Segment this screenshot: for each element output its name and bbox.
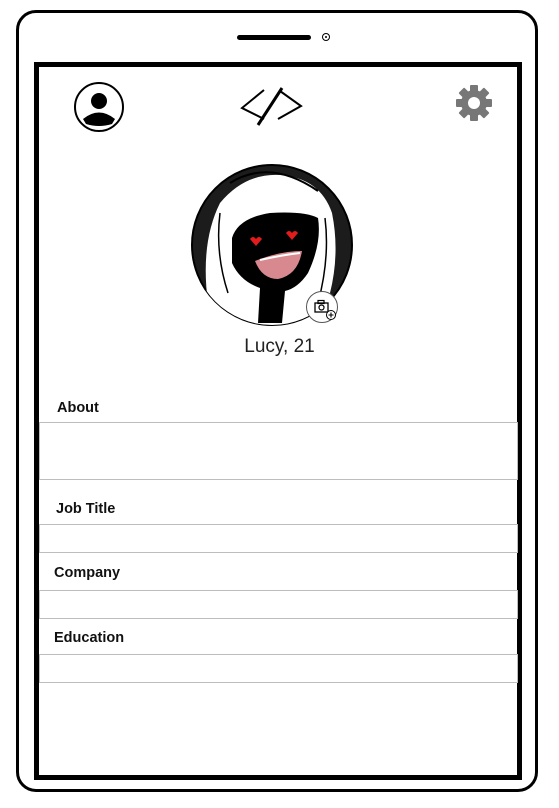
divider (39, 552, 518, 553)
company-label: Company (54, 565, 121, 581)
divider (39, 682, 518, 683)
about-label: About (57, 400, 99, 416)
education-field[interactable] (41, 656, 515, 681)
divider (517, 590, 518, 618)
phone-speaker (237, 35, 311, 40)
add-photo-button[interactable] (306, 291, 338, 323)
divider (39, 654, 518, 655)
divider (39, 618, 518, 619)
education-label: Education (54, 630, 125, 646)
divider (517, 422, 518, 479)
divider (39, 422, 518, 423)
code-logo-icon[interactable] (240, 86, 304, 126)
divider (39, 479, 518, 480)
gear-icon[interactable] (455, 84, 493, 122)
person-icon (83, 93, 115, 126)
job-title-label: Job Title (56, 501, 116, 517)
divider (39, 524, 518, 525)
add-photo-icon (314, 299, 336, 320)
job-title-field[interactable] (41, 526, 515, 551)
profile-name-age: Lucy, 21 (244, 336, 315, 357)
divider (39, 590, 40, 618)
company-field[interactable] (41, 592, 515, 617)
divider (39, 590, 518, 591)
divider (39, 422, 40, 479)
divider (517, 654, 518, 682)
divider (39, 654, 40, 682)
divider (39, 524, 40, 552)
profile-button[interactable] (74, 82, 124, 132)
about-field[interactable] (41, 424, 515, 478)
divider (517, 524, 518, 552)
phone-camera-icon (322, 33, 330, 41)
